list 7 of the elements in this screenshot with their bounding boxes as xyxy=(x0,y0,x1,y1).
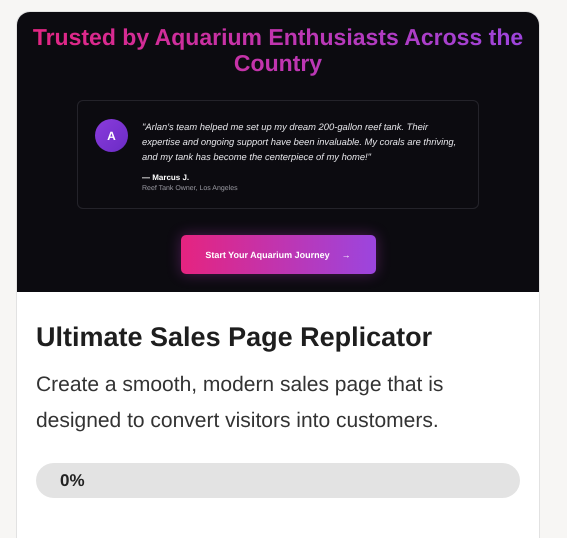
card-description: Create a smooth, modern sales page that is designed to convert visitors into customers. xyxy=(36,372,444,434)
cta-button[interactable]: Start Your Aquarium Journey → xyxy=(180,235,376,274)
progress-reading: 0% xyxy=(60,470,85,490)
testimonial-quote: "Arlan's team helped me set up my dream 200-gallon reef tank. Their expertise and ongoing support have been invaluable. My corals are thriving, and my tank has become the centerpiece of my home!" xyxy=(142,120,458,164)
testimonial-author: — Marcus J. xyxy=(142,173,190,182)
avatar-circle: A xyxy=(95,119,128,152)
card-title: Ultimate Sales Page Replicator xyxy=(36,322,434,353)
